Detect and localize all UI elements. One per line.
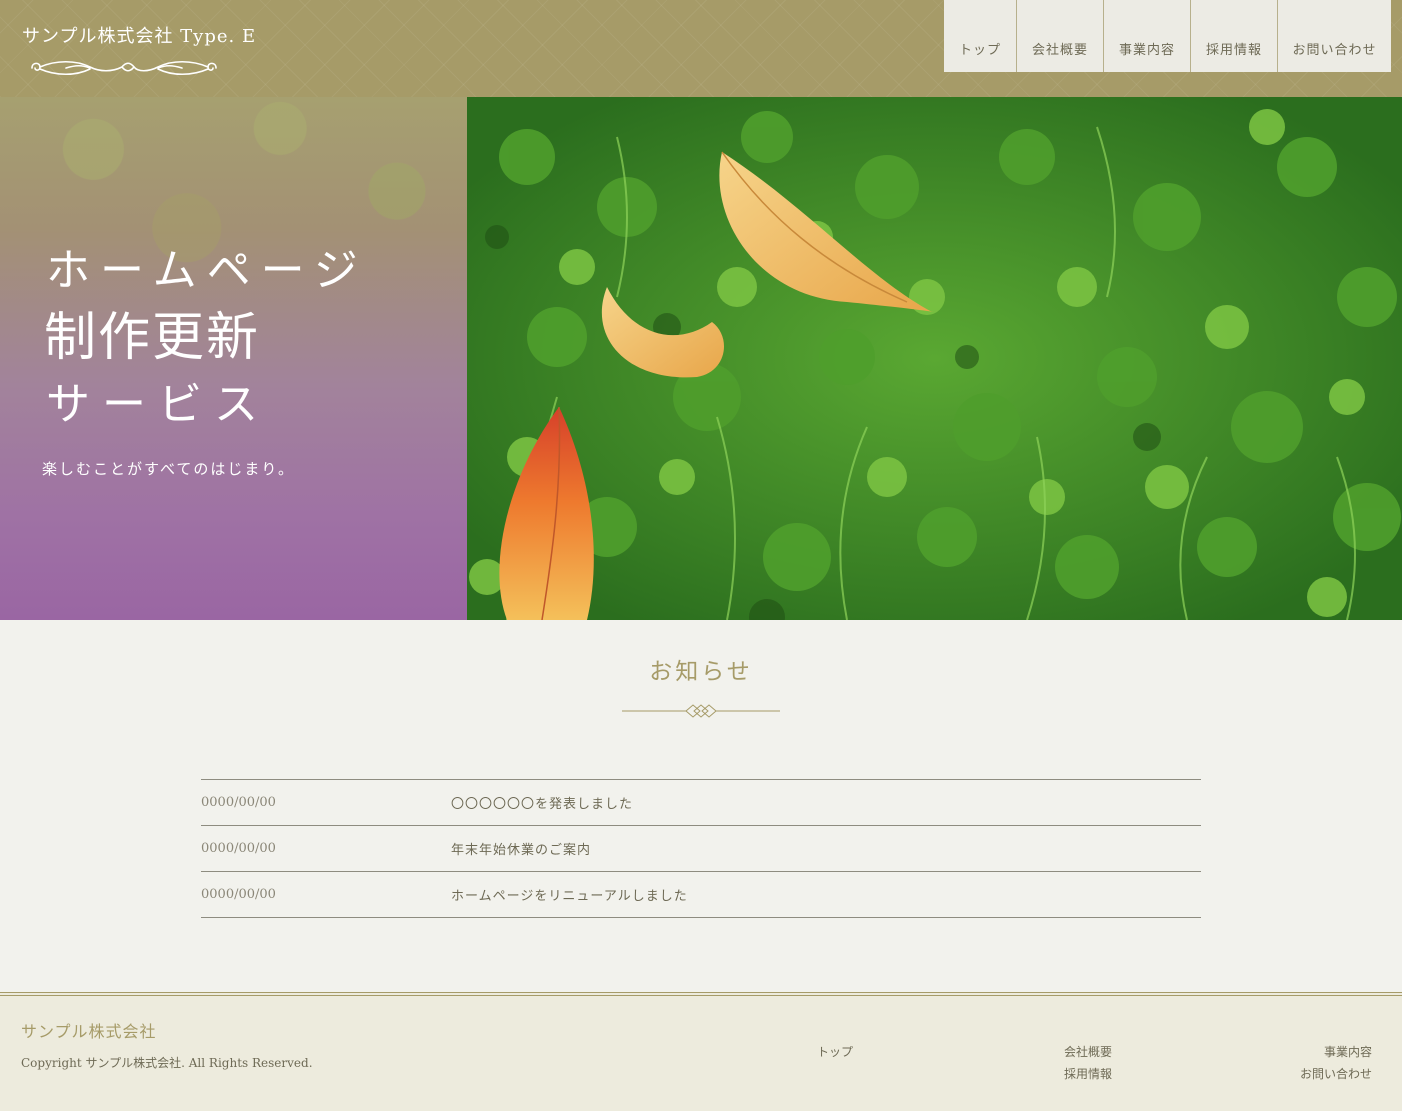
nav-item-business[interactable]: 事業内容	[1103, 0, 1190, 72]
news-list: 0000/00/00 〇〇〇〇〇〇を発表しました 0000/00/00 年末年始…	[201, 779, 1201, 918]
hero-image	[467, 97, 1402, 620]
diamond-divider-icon	[622, 704, 780, 718]
news-date: 0000/00/00	[201, 795, 276, 810]
news-item[interactable]: 0000/00/00 ホームページをリニューアルしました	[201, 872, 1201, 918]
hero-title: ホームページ 制作更新 サービス	[44, 240, 368, 436]
news-link[interactable]: 年末年始休業のご案内	[451, 839, 591, 858]
site-header: サンプル株式会社 Type. E トップ 会社概要 事業内容 採用情報 お問い合…	[0, 0, 1402, 97]
hero-subtitle: 楽しむことがすべてのはじまり。	[42, 460, 296, 478]
global-nav: トップ 会社概要 事業内容 採用情報 お問い合わせ	[944, 0, 1391, 72]
hero-text-panel: ホームページ 制作更新 サービス 楽しむことがすべてのはじまり。	[0, 97, 467, 620]
nav-item-about[interactable]: 会社概要	[1016, 0, 1103, 72]
hero-title-line3: サービス	[46, 379, 270, 430]
hero-title-line1: ホームページ	[46, 245, 368, 296]
footer-link-top[interactable]: トップ	[817, 1043, 853, 1060]
news-item[interactable]: 0000/00/00 〇〇〇〇〇〇を発表しました	[201, 780, 1201, 826]
grass-leaves-photo	[467, 97, 1402, 620]
flourish-ornament-icon	[31, 60, 217, 76]
nav-item-contact[interactable]: お問い合わせ	[1277, 0, 1391, 72]
news-link[interactable]: 〇〇〇〇〇〇を発表しました	[451, 793, 633, 812]
news-item[interactable]: 0000/00/00 年末年始休業のご案内	[201, 826, 1201, 872]
site-footer: サンプル株式会社 Copyright サンプル株式会社. All Rights …	[0, 992, 1402, 1111]
news-section-title: お知らせ	[649, 659, 753, 685]
news-date: 0000/00/00	[201, 841, 276, 856]
nav-item-top[interactable]: トップ	[944, 0, 1016, 72]
footer-link-business[interactable]: 事業内容	[1324, 1043, 1372, 1060]
footer-link-about[interactable]: 会社概要	[1064, 1043, 1112, 1060]
hero-title-line2: 制作更新	[44, 308, 261, 368]
logo-text: サンプル株式会社 Type. E	[22, 26, 257, 47]
news-date: 0000/00/00	[201, 887, 276, 902]
footer-link-recruit[interactable]: 採用情報	[1064, 1065, 1112, 1082]
footer-copyright: Copyright サンプル株式会社. All Rights Reserved.	[21, 1056, 313, 1070]
footer-company-name: サンプル株式会社	[21, 1022, 157, 1041]
news-link[interactable]: ホームページをリニューアルしました	[451, 885, 688, 904]
nav-item-recruit[interactable]: 採用情報	[1190, 0, 1277, 72]
footer-link-contact[interactable]: お問い合わせ	[1300, 1065, 1372, 1082]
site-logo[interactable]: サンプル株式会社 Type. E	[22, 22, 262, 82]
